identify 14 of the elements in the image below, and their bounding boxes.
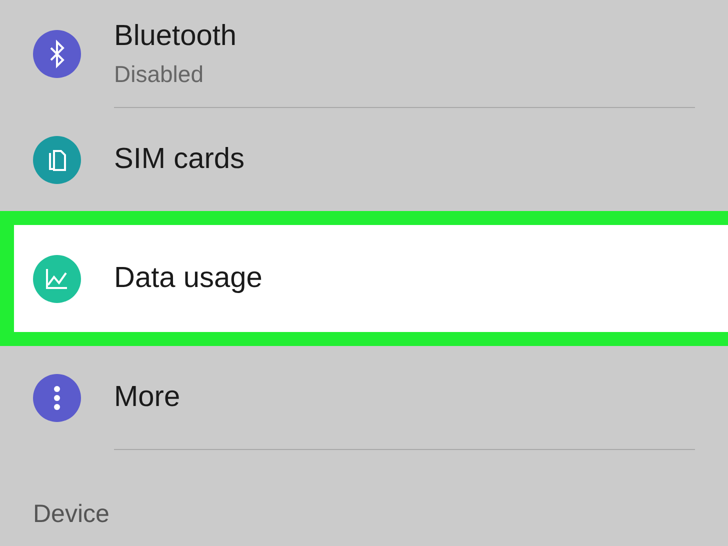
line-chart-icon [33,254,81,302]
item-title: Data usage [114,262,262,295]
settings-item[interactable]: Bluetooth Disabled [0,0,728,107]
settings-item[interactable]: Data usage [0,211,728,346]
sim-card-icon [33,136,81,184]
item-status: Disabled [114,60,204,88]
settings-item[interactable]: More [0,346,728,449]
item-title: SIM cards [114,143,245,176]
bluetooth-icon [33,30,81,78]
section-header: Device [33,500,110,529]
item-title: More [114,381,180,414]
item-title: Bluetooth [114,20,237,52]
more-icon [33,374,81,422]
settings-item[interactable]: SIM cards [0,108,728,211]
